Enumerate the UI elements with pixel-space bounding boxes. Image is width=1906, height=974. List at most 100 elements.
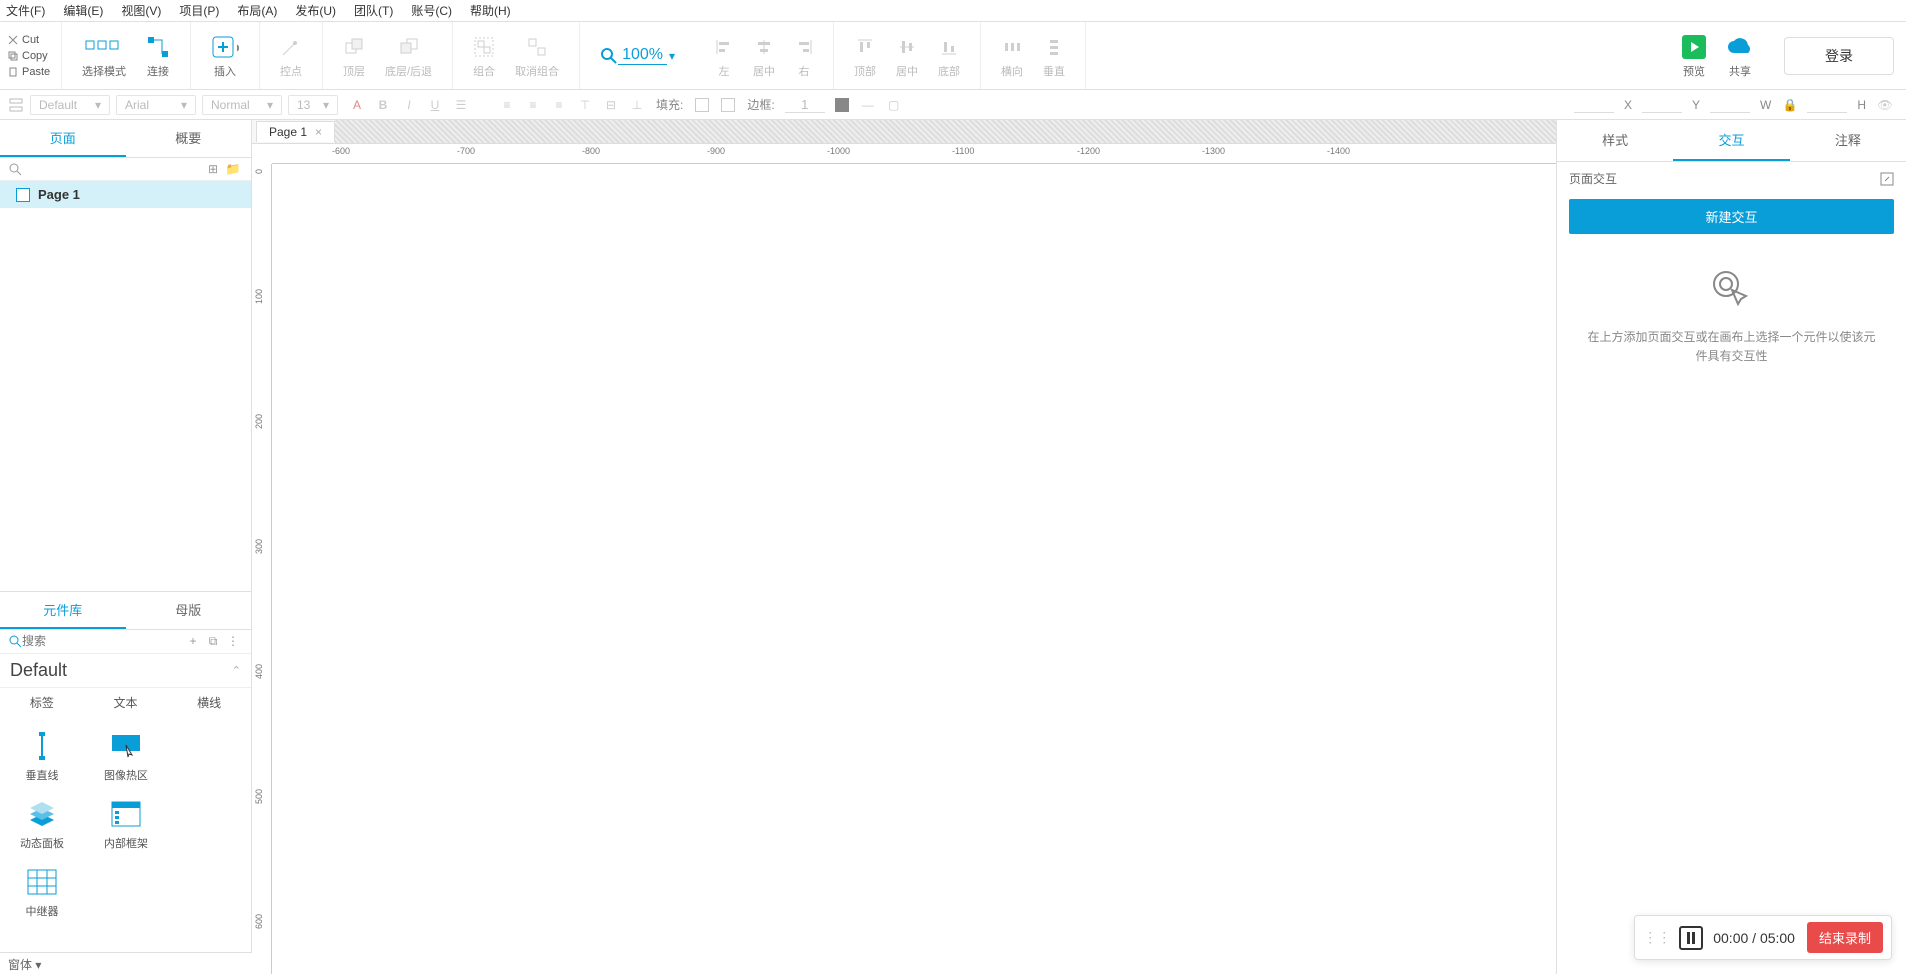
new-interaction-button[interactable]: 新建交互 (1569, 199, 1894, 234)
group-button[interactable]: 组合 (463, 33, 505, 79)
align-r-button[interactable]: ≡ (548, 94, 570, 116)
lib-window-button[interactable]: ⧉ (203, 634, 223, 649)
menu-file[interactable]: 文件(F) (6, 2, 45, 19)
select-mode-button[interactable]: 选择模式 (72, 33, 136, 79)
widget-hotspot[interactable]: 图像热区 (84, 725, 168, 793)
insert-button[interactable]: 插入 (201, 33, 249, 79)
align-right-icon (795, 38, 813, 56)
align-top-button[interactable]: 顶部 (844, 33, 886, 79)
add-folder-button[interactable]: 📁 (223, 162, 243, 176)
close-tab-button[interactable]: × (315, 125, 322, 139)
zoom-control[interactable]: 100% ▾ (580, 22, 695, 89)
menu-publish[interactable]: 发布(U) (295, 2, 336, 19)
align-middle-button[interactable]: 居中 (886, 33, 928, 79)
menu-team[interactable]: 团队(T) (354, 2, 393, 19)
dist-vert-button[interactable]: 垂直 (1033, 33, 1075, 79)
lib-menu-button[interactable]: ⋮ (223, 634, 243, 648)
zoom-value[interactable]: 100% (618, 46, 667, 65)
lib-cat[interactable]: 标签 (30, 694, 54, 711)
style-select[interactable]: Default▾ (30, 95, 110, 115)
canvas-tabs: Page 1× (252, 120, 1556, 144)
align-right-button[interactable]: 右 (785, 33, 823, 79)
recording-bar: ⋮⋮ 00:00 / 05:00 结束录制 (1634, 915, 1892, 960)
footer-select[interactable]: 窗体 ▾ (0, 952, 252, 974)
widget-repeater[interactable]: 中继器 (0, 861, 84, 929)
fill-image-button[interactable] (717, 94, 739, 116)
lib-cat[interactable]: 文本 (113, 694, 137, 711)
ruler-vertical[interactable]: 0100200 300400500600 (252, 164, 272, 974)
menu-help[interactable]: 帮助(H) (470, 2, 511, 19)
widget-dynamic-panel[interactable]: 动态面板 (0, 793, 84, 861)
ruler-horizontal[interactable]: -600-700-800 -900-1000-1100 -1200-1300-1… (272, 144, 1556, 164)
align-c-button[interactable]: ≡ (522, 94, 544, 116)
widget-iframe[interactable]: 内部框架 (84, 793, 168, 861)
align-left-button[interactable]: 左 (705, 33, 743, 79)
valign-t-button[interactable]: ⊤ (574, 94, 596, 116)
border-width-input[interactable] (785, 97, 825, 113)
page-item[interactable]: Page 1 (0, 181, 251, 208)
text-color-button[interactable]: A (346, 94, 368, 116)
lib-cat[interactable]: 横线 (197, 694, 221, 711)
widget-vline[interactable]: 垂直线 (0, 725, 84, 793)
canvas-tab[interactable]: Page 1× (256, 121, 335, 142)
cut-button[interactable]: Cut (8, 34, 61, 46)
expand-icon[interactable] (1880, 172, 1894, 186)
bring-front-button[interactable]: 顶层 (333, 33, 375, 79)
border-style-button[interactable]: — (857, 94, 879, 116)
paste-button[interactable]: Paste (8, 66, 61, 78)
valign-m-button[interactable]: ⊟ (600, 94, 622, 116)
stop-recording-button[interactable]: 结束录制 (1807, 922, 1883, 953)
bold-button[interactable]: B (372, 94, 394, 116)
share-button[interactable]: 共享 (1716, 33, 1764, 79)
w-input[interactable] (1710, 97, 1750, 113)
underline-button[interactable]: U (424, 94, 446, 116)
preview-button[interactable]: 预览 (1672, 33, 1716, 79)
menu-edit[interactable]: 编辑(E) (63, 2, 103, 19)
tab-interactions[interactable]: 交互 (1673, 120, 1789, 161)
widget-search-input[interactable] (22, 634, 183, 648)
x-input[interactable] (1574, 97, 1614, 113)
tab-style[interactable]: 样式 (1557, 120, 1673, 161)
align-center-button[interactable]: 居中 (743, 33, 785, 79)
border-color-button[interactable] (831, 94, 853, 116)
tab-outline[interactable]: 概要 (126, 120, 252, 157)
menu-project[interactable]: 项目(P) (179, 2, 219, 19)
send-back-button[interactable]: 底层/后退 (375, 33, 442, 79)
weight-select[interactable]: Normal▾ (202, 95, 282, 115)
border-side-button[interactable]: ▢ (883, 94, 905, 116)
align-l-button[interactable]: ≡ (496, 94, 518, 116)
visibility-icon[interactable]: 👁 (1874, 94, 1896, 116)
y-input[interactable] (1642, 97, 1682, 113)
interactions-heading: 页面交互 (1569, 170, 1617, 187)
dist-horiz-button[interactable]: 横向 (991, 33, 1033, 79)
drag-handle[interactable]: ⋮⋮ (1643, 929, 1671, 946)
font-select[interactable]: Arial▾ (116, 95, 196, 115)
ungroup-button[interactable]: 取消组合 (505, 33, 569, 79)
connect-icon (146, 35, 170, 59)
connect-button[interactable]: 连接 (136, 33, 180, 79)
lib-name[interactable]: Default⌃ (0, 654, 251, 688)
login-button[interactable]: 登录 (1784, 37, 1894, 75)
list-button[interactable]: ☰ (450, 94, 472, 116)
align-bottom-button[interactable]: 底部 (928, 33, 970, 79)
menu-view[interactable]: 视图(V) (121, 2, 161, 19)
size-select[interactable]: 13▾ (288, 95, 338, 115)
lock-icon[interactable]: 🔒 (1779, 94, 1801, 116)
canvas[interactable] (272, 164, 1556, 974)
italic-button[interactable]: I (398, 94, 420, 116)
h-input[interactable] (1807, 97, 1847, 113)
copy-button[interactable]: Copy (8, 50, 61, 62)
tab-pages[interactable]: 页面 (0, 120, 126, 157)
point-button[interactable]: 控点 (270, 33, 312, 79)
fill-color-button[interactable] (691, 94, 713, 116)
tab-widgets[interactable]: 元件库 (0, 592, 126, 629)
add-page-button[interactable]: ⊞ (203, 162, 223, 176)
menu-layout[interactable]: 布局(A) (237, 2, 277, 19)
add-lib-button[interactable]: + (183, 634, 203, 648)
pause-button[interactable] (1679, 926, 1703, 950)
tab-notes[interactable]: 注释 (1790, 120, 1906, 161)
page-search-input[interactable] (22, 162, 203, 176)
menu-account[interactable]: 账号(C) (411, 2, 452, 19)
valign-b-button[interactable]: ⊥ (626, 94, 648, 116)
tab-masters[interactable]: 母版 (126, 592, 252, 629)
